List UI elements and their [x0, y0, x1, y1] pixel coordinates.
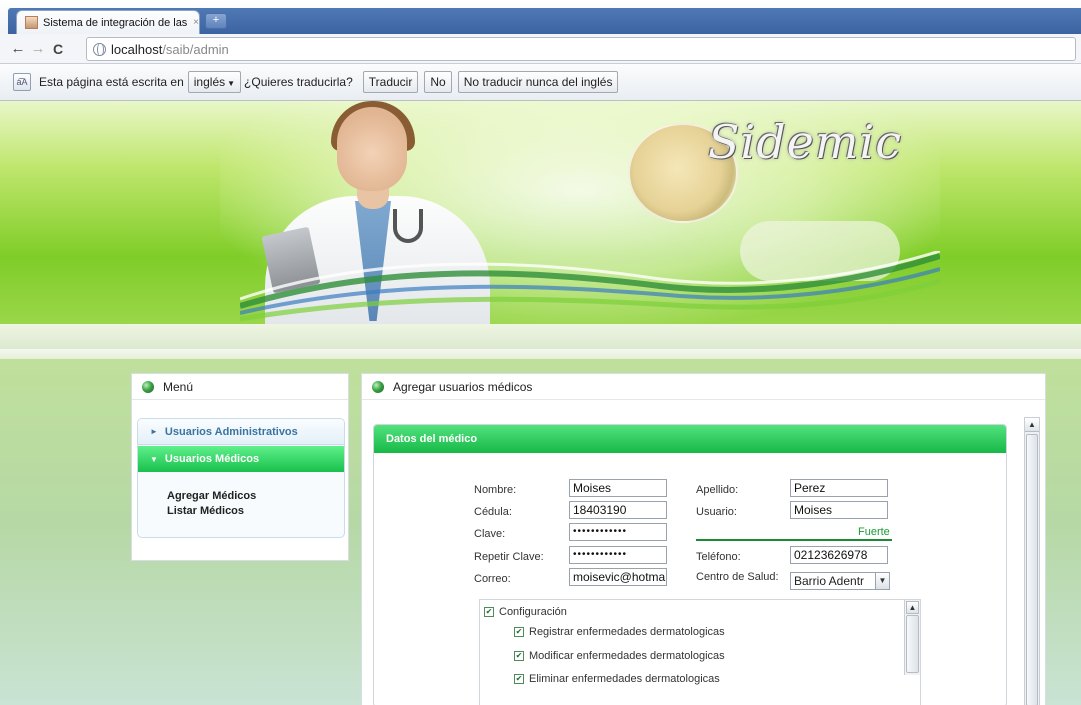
nombre-label: Nombre:	[474, 484, 517, 496]
chevron-down-icon: ▼	[150, 454, 158, 464]
clave-label: Clave:	[474, 528, 506, 540]
permissions-list: ✔ Configuración ✔ Registrar enfermedades…	[479, 599, 921, 705]
address-bar[interactable]: localhost/saib/admin	[86, 37, 1076, 61]
page-info-icon[interactable]	[93, 42, 106, 56]
permission-eliminar[interactable]: ✔ Eliminar enfermedades dermatologicas	[514, 673, 720, 685]
reload-icon[interactable]: C	[48, 41, 68, 57]
content-title: Agregar usuarios médicos	[393, 379, 533, 394]
banner-band	[0, 324, 1081, 349]
url-path: /saib/admin	[162, 41, 229, 57]
new-tab-button[interactable]: +	[205, 13, 227, 29]
submenu-listar-medicos[interactable]: Listar Médicos	[167, 504, 256, 519]
permission-label: Eliminar enfermedades dermatologicas	[529, 673, 720, 685]
favicon-icon	[25, 16, 38, 29]
permission-label: Configuración	[499, 606, 567, 618]
permission-registrar[interactable]: ✔ Registrar enfermedades dermatologicas	[514, 626, 725, 638]
correo-label: Correo:	[474, 573, 511, 585]
checkbox-checked-icon[interactable]: ✔	[484, 607, 494, 617]
menu-item-label: Usuarios Administrativos	[164, 425, 298, 438]
site-banner: Sidemic	[0, 101, 1081, 324]
browser-tab[interactable]: Sistema de integración de las c ×	[16, 10, 200, 34]
tab-title: Sistema de integración de las c	[43, 16, 190, 29]
usuario-input[interactable]: Moises	[790, 501, 888, 519]
submenu: Agregar Médicos Listar Médicos	[167, 489, 256, 519]
browser-tabbar: Sistema de integración de las c × +	[0, 0, 1081, 34]
cedula-label: Cédula:	[474, 506, 512, 518]
chevron-down-icon[interactable]: ▼	[875, 573, 889, 589]
submenu-agregar-medicos[interactable]: Agregar Médicos	[167, 489, 256, 504]
browser-toolbar: ← → C localhost/saib/admin	[0, 34, 1081, 64]
dropdown-caret-icon: ▼	[227, 79, 236, 88]
tab-close-icon[interactable]: ×	[193, 17, 199, 28]
scrollbar-thumb[interactable]	[1026, 434, 1038, 705]
chevron-right-icon: ►	[150, 427, 158, 436]
permissions-scrollbar[interactable]: ▲	[904, 600, 920, 675]
infobar-question: ¿Quieres traducirla?	[244, 75, 353, 89]
translate-button[interactable]: Traducir	[362, 71, 419, 93]
content-scrollbar[interactable]: ▲	[1024, 417, 1040, 705]
menu-panel: Menú ► Usuarios Administrativos ▼ Usuari…	[131, 373, 349, 561]
translate-icon: a͡A	[13, 73, 31, 91]
never-translate-button[interactable]: No traducir nunca del inglés	[457, 71, 619, 93]
telefono-input[interactable]: 02123626978	[790, 546, 888, 564]
repetir-clave-label: Repetir Clave:	[474, 551, 544, 563]
scroll-up-icon[interactable]: ▲	[906, 601, 919, 614]
repetir-clave-input[interactable]: ••••••••••••	[569, 546, 667, 564]
telefono-label: Teléfono:	[696, 551, 741, 563]
bullet-icon	[142, 380, 154, 393]
language-dropdown[interactable]: inglés ▼	[187, 71, 242, 93]
scroll-up-icon[interactable]: ▲	[1025, 418, 1039, 432]
infobar-text: Esta página está escrita en	[39, 75, 184, 89]
permission-label: Registrar enfermedades dermatologicas	[529, 626, 725, 638]
nombre-input[interactable]: Moises	[569, 479, 667, 497]
stethoscope-icon	[393, 209, 423, 243]
centro-salud-select[interactable]: Barrio Adentr ▼	[790, 572, 890, 590]
forward-arrow-icon[interactable]: →	[28, 40, 48, 57]
banner-swoosh	[240, 251, 940, 321]
correo-input[interactable]: moisevic@hotma	[569, 568, 667, 586]
form-title: Datos del médico	[374, 425, 1006, 453]
content-header: Agregar usuarios médicos	[362, 374, 1045, 400]
back-arrow-icon[interactable]: ←	[8, 40, 28, 57]
menu-title: Menú	[163, 379, 194, 394]
apellido-label: Apellido:	[696, 484, 739, 496]
checkbox-checked-icon[interactable]: ✔	[514, 651, 524, 661]
cedula-input[interactable]: 18403190	[569, 501, 667, 519]
no-button[interactable]: No	[424, 71, 452, 93]
url-host: localhost	[111, 41, 163, 57]
apellido-input[interactable]: Perez	[790, 479, 888, 497]
checkbox-checked-icon[interactable]: ✔	[514, 627, 524, 637]
doctor-form: Datos del médico Nombre: Cédula: Clave: …	[373, 424, 1007, 705]
usuario-label: Usuario:	[696, 506, 737, 518]
menu-header: Menú	[132, 374, 348, 400]
translate-infobar: a͡A Esta página está escrita en inglés ▼ …	[0, 64, 1081, 101]
menu-item-label: Usuarios Médicos	[164, 453, 260, 465]
page-body: Sidemic Menú ► Usuarios Administrativos …	[0, 101, 1081, 705]
menu-item-usuarios-medicos[interactable]: ▼ Usuarios Médicos	[138, 446, 344, 472]
password-strength-bar	[696, 539, 892, 541]
clave-input[interactable]: ••••••••••••	[569, 523, 667, 541]
menu-accordion: ► Usuarios Administrativos ▼ Usuarios Mé…	[137, 418, 345, 538]
checkbox-checked-icon[interactable]: ✔	[514, 674, 524, 684]
bullet-icon	[372, 380, 384, 393]
banner-band-light	[0, 349, 1081, 359]
permission-label: Modificar enfermedades dermatologicas	[529, 650, 725, 662]
site-logo: Sidemic	[708, 115, 902, 169]
password-strength-label: Fuerte	[858, 526, 890, 538]
centro-salud-value: Barrio Adentr	[794, 574, 865, 588]
scrollbar-thumb[interactable]	[906, 615, 919, 673]
menu-item-usuarios-administrativos[interactable]: ► Usuarios Administrativos	[138, 419, 344, 445]
permission-configuracion[interactable]: ✔ Configuración	[484, 606, 567, 618]
permission-modificar[interactable]: ✔ Modificar enfermedades dermatologicas	[514, 650, 725, 662]
centro-salud-label: Centro de Salud:	[696, 571, 779, 583]
language-value: inglés	[193, 75, 226, 89]
content-panel: Agregar usuarios médicos ▲ Datos del méd…	[361, 373, 1046, 705]
